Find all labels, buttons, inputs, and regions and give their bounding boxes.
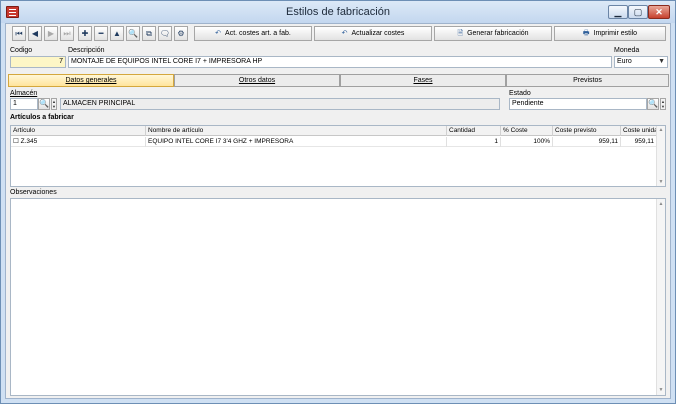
- almacen-code-field[interactable]: 1: [10, 98, 38, 110]
- close-button[interactable]: ✕: [648, 5, 670, 19]
- estado-spin-icon[interactable]: ▲ ▼: [660, 98, 666, 110]
- col-cantidad[interactable]: Cantidad: [447, 126, 501, 136]
- undo-icon: ↶: [341, 30, 348, 37]
- tab-previstos[interactable]: Previstos: [506, 74, 669, 87]
- col-coste-pct[interactable]: % Coste: [501, 126, 553, 136]
- checkbox-icon[interactable]: ☐: [13, 138, 19, 145]
- observaciones-text: [11, 199, 665, 203]
- copy-icon[interactable]: ⧉: [142, 26, 156, 41]
- cell-articulo: ☐ Z.345: [11, 137, 146, 147]
- articulos-title: Artículos a fabricar: [10, 114, 74, 121]
- almacen-search-icon[interactable]: 🔍: [38, 98, 50, 110]
- title-bar[interactable]: Estilos de fabricación ▁ ▢ ✕: [1, 1, 675, 23]
- comment-icon[interactable]: 🗨: [158, 26, 172, 41]
- tab-otros-datos[interactable]: Otros datos: [174, 74, 340, 87]
- tab-fases[interactable]: Fases: [340, 74, 506, 87]
- estado-label: Estado: [509, 90, 531, 97]
- observaciones-textarea[interactable]: ▲ ▼: [10, 198, 666, 396]
- tab-bar: Datos generales Otros datos Fases Previs…: [8, 74, 669, 87]
- tab-datos-generales[interactable]: Datos generales: [8, 74, 174, 87]
- settings-icon[interactable]: ⚙: [174, 26, 188, 41]
- codigo-field[interactable]: 7: [10, 56, 66, 68]
- act-costes-button[interactable]: ↶ Act. costes art. a fab.: [194, 26, 312, 41]
- first-record-icon[interactable]: ⏮: [12, 26, 26, 41]
- almacen-name-field: ALMACEN PRINCIPAL: [60, 98, 500, 110]
- grid-header: Artículo Nombre de artículo Cantidad % C…: [11, 126, 665, 136]
- previous-record-icon[interactable]: ◀: [28, 26, 42, 41]
- almacen-label: Almacén: [10, 90, 38, 97]
- actualizar-costes-button[interactable]: ↶ Actualizar costes: [314, 26, 432, 41]
- estado-field[interactable]: Pendiente: [509, 98, 647, 110]
- minimize-button[interactable]: ▁: [608, 5, 628, 19]
- last-record-icon[interactable]: ⏭: [60, 26, 74, 41]
- cell-cantidad: 1: [447, 137, 501, 147]
- window-title: Estilos de fabricación: [286, 6, 390, 18]
- app-window: Estilos de fabricación ▁ ▢ ✕ ⏮ ◀ ▶ ⏭ ✚ ━…: [0, 0, 676, 404]
- col-coste-unidad[interactable]: Coste unidad: [621, 126, 657, 136]
- client-area: ⏮ ◀ ▶ ⏭ ✚ ━ ▲ 🔍 ⧉ 🗨 ⚙ ↶ Act. costes art. …: [5, 23, 671, 399]
- articulos-grid: Artículo Nombre de artículo Cantidad % C…: [10, 125, 666, 187]
- descripcion-field[interactable]: MONTAJE DE EQUIPOS INTEL CORE I7 + IMPRE…: [68, 56, 612, 68]
- scroll-down-icon[interactable]: ▼: [657, 179, 665, 185]
- almacen-spin-icon[interactable]: ▲ ▼: [51, 98, 57, 110]
- delete-record-icon[interactable]: ━: [94, 26, 108, 41]
- scroll-down-icon[interactable]: ▼: [657, 387, 665, 393]
- edit-record-icon[interactable]: ▲: [110, 26, 124, 41]
- chevron-down-icon: ▼: [658, 58, 665, 65]
- imprimir-estilo-button[interactable]: 🖶 Imprimir estilo: [554, 26, 666, 41]
- printer-icon: 🖶: [582, 30, 590, 37]
- cell-coste-previsto: 959,11: [553, 137, 621, 147]
- add-record-icon[interactable]: ✚: [78, 26, 92, 41]
- document-icon: 🗎: [457, 30, 464, 37]
- generar-fabricacion-button[interactable]: 🗎 Generar fabricación: [434, 26, 552, 41]
- observaciones-label: Observaciones: [10, 189, 57, 196]
- codigo-label: Codigo: [10, 47, 33, 54]
- toolbar: ⏮ ◀ ▶ ⏭ ✚ ━ ▲ 🔍 ⧉ 🗨 ⚙ ↶ Act. costes art. …: [8, 25, 668, 44]
- search-icon[interactable]: 🔍: [126, 26, 140, 41]
- undo-icon: ↶: [215, 30, 222, 37]
- moneda-select[interactable]: Euro ▼: [614, 56, 668, 68]
- table-row[interactable]: ☐ Z.345 EQUIPO INTEL CORE I7 3'4 GHZ + I…: [11, 137, 665, 147]
- descripcion-label: Descripción: [68, 47, 105, 54]
- cell-coste-unidad: 959,11: [621, 137, 657, 147]
- col-coste-previsto[interactable]: Coste previsto: [553, 126, 621, 136]
- grid-scrollbar[interactable]: ▲ ▼: [656, 126, 665, 186]
- col-articulo[interactable]: Artículo: [11, 126, 146, 136]
- moneda-label: Moneda: [614, 47, 640, 54]
- maximize-button[interactable]: ▢: [628, 5, 648, 19]
- cell-nombre: EQUIPO INTEL CORE I7 3'4 GHZ + IMPRESORA: [146, 137, 447, 147]
- observaciones-scrollbar[interactable]: ▲ ▼: [656, 199, 665, 395]
- estado-search-icon[interactable]: 🔍: [647, 98, 659, 110]
- col-nombre[interactable]: Nombre de artículo: [146, 126, 447, 136]
- cell-coste-pct: 100%: [501, 137, 553, 147]
- scroll-up-icon[interactable]: ▲: [657, 127, 665, 133]
- scroll-up-icon[interactable]: ▲: [657, 201, 665, 207]
- next-record-icon[interactable]: ▶: [44, 26, 58, 41]
